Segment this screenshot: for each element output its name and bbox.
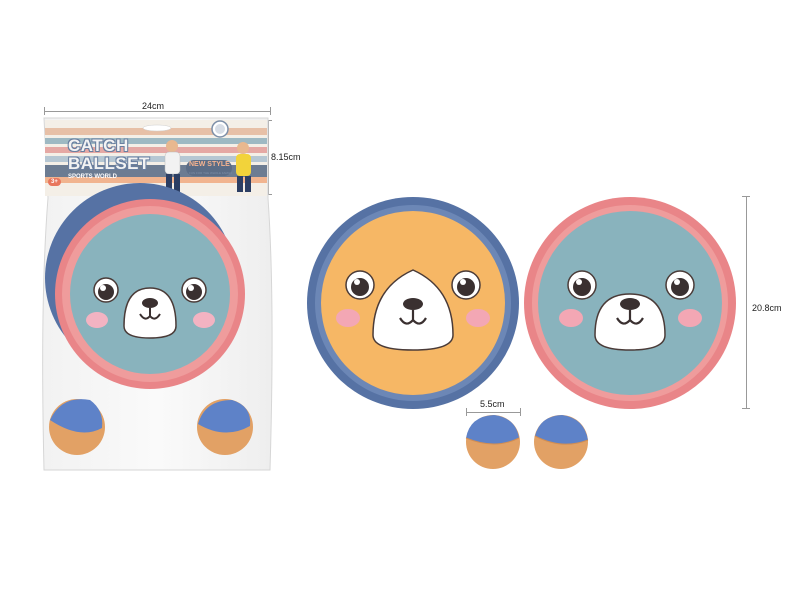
ball-left (465, 415, 520, 469)
paddle-dimension-line (746, 196, 747, 408)
ball-dimension-tick-right (520, 408, 521, 416)
ball-dimension-tick-left (466, 408, 467, 416)
ball-dimension-label: 5.5cm (480, 399, 505, 409)
paddle-dimension-label: 20.8cm (752, 303, 782, 313)
ball-right (534, 415, 589, 469)
paddle-dimension-tick-top (742, 196, 750, 197)
pink-paddle (524, 197, 736, 409)
product-display (307, 197, 736, 469)
ball-dimension-line (466, 412, 520, 413)
paddle-dimension-tick-bottom (742, 408, 750, 409)
blue-paddle (307, 197, 519, 409)
